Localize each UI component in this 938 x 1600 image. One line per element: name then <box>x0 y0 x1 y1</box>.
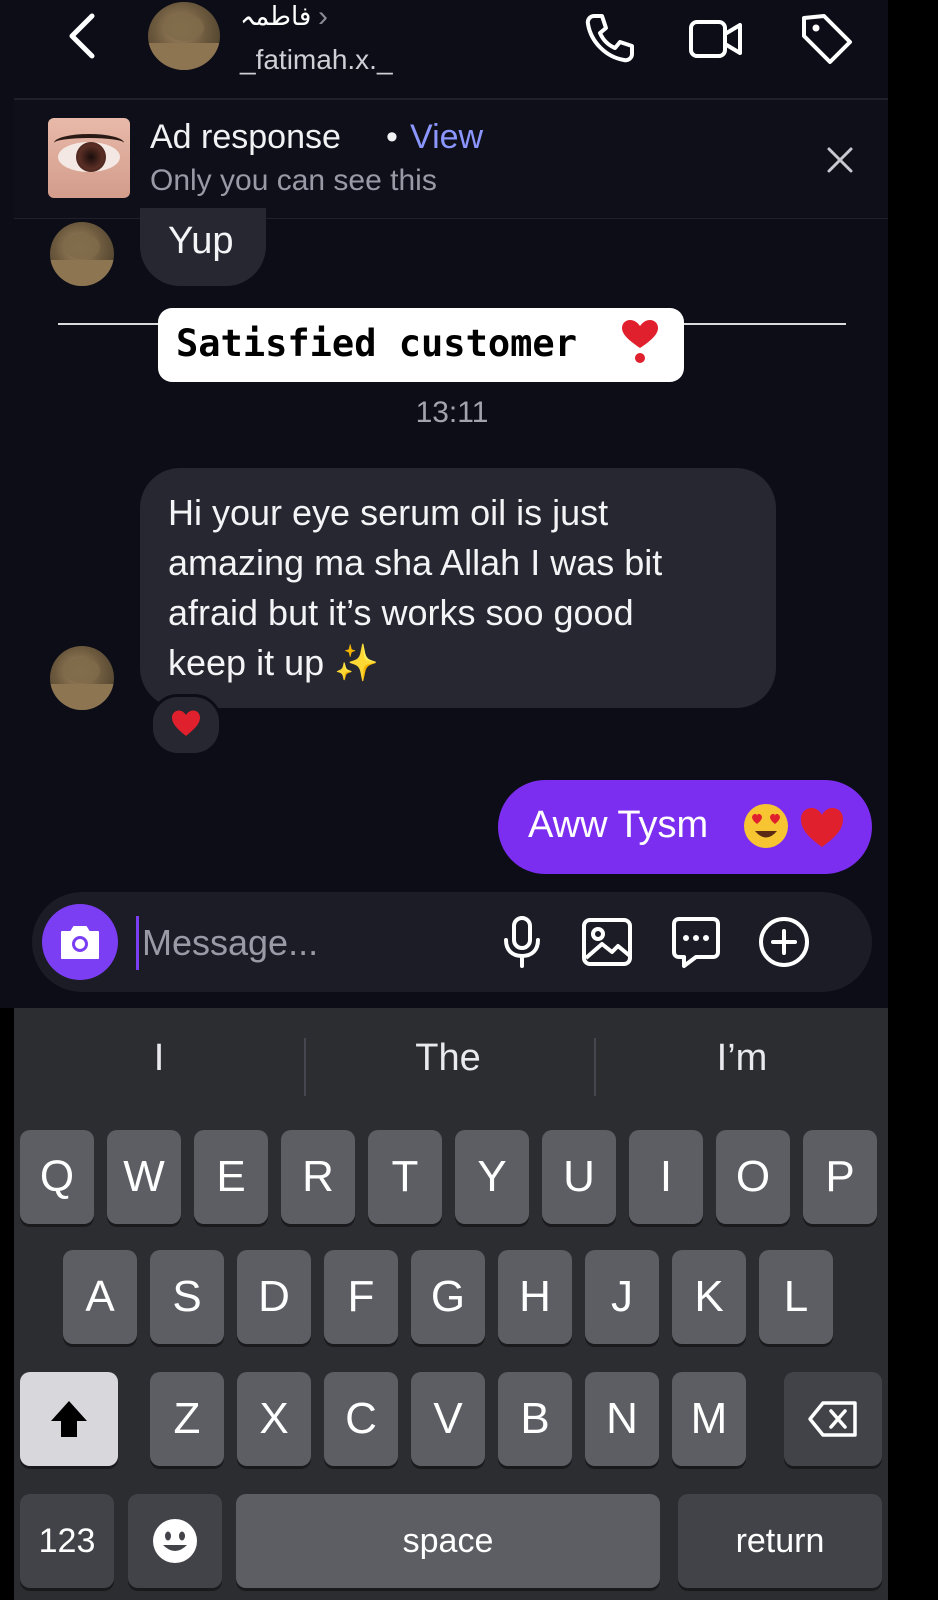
sender-avatar[interactable] <box>50 222 114 286</box>
microphone-icon[interactable] <box>492 912 552 972</box>
key-p[interactable]: P <box>803 1130 877 1224</box>
key-o[interactable]: O <box>716 1130 790 1224</box>
key-f[interactable]: F <box>324 1250 398 1344</box>
screen: فاطمہ › _fatimah.x._ Ad response • View … <box>0 0 938 1600</box>
key-e[interactable]: E <box>194 1130 268 1224</box>
keyboard: I The I’m Q W E R T Y U I O P A S D F G … <box>14 1008 888 1600</box>
phone-icon[interactable] <box>580 8 640 68</box>
key-c[interactable]: C <box>324 1372 398 1466</box>
emoji-icon <box>153 1519 197 1563</box>
key-b[interactable]: B <box>498 1372 572 1466</box>
close-icon[interactable] <box>820 140 860 180</box>
gallery-icon[interactable] <box>578 912 638 972</box>
key-z[interactable]: Z <box>150 1372 224 1466</box>
reaction-badge[interactable] <box>150 694 222 756</box>
chat-panel: فاطمہ › _fatimah.x._ Ad response • View … <box>0 0 888 1008</box>
video-camera-icon[interactable] <box>686 8 746 68</box>
suggestion-2[interactable]: The <box>306 1018 590 1098</box>
chevron-right-icon[interactable]: › <box>318 0 328 34</box>
plus-icon[interactable] <box>754 912 814 972</box>
key-r[interactable]: R <box>281 1130 355 1224</box>
sticker-icon[interactable] <box>666 912 726 972</box>
key-k[interactable]: K <box>672 1250 746 1344</box>
key-n[interactable]: N <box>585 1372 659 1466</box>
message-text: Aww Tysm <box>528 804 709 846</box>
key-a[interactable]: A <box>63 1250 137 1344</box>
message-bubble-outgoing[interactable]: Aww Tysm <box>498 780 872 874</box>
key-l[interactable]: L <box>759 1250 833 1344</box>
key-h[interactable]: H <box>498 1250 572 1344</box>
emoji-key[interactable] <box>128 1494 222 1588</box>
camera-icon <box>61 926 99 959</box>
space-key[interactable]: space <box>236 1494 660 1588</box>
key-j[interactable]: J <box>585 1250 659 1344</box>
contact-username[interactable]: _fatimah.x._ <box>240 44 393 76</box>
heart-eyes-emoji-icon <box>744 804 788 848</box>
shift-key[interactable] <box>20 1372 118 1466</box>
key-g[interactable]: G <box>411 1250 485 1344</box>
text-cursor <box>136 916 139 970</box>
timestamp: 13:11 <box>415 396 489 429</box>
message-line: Hi your eye serum oil is just <box>168 492 609 533</box>
message-line: keep it up ✨ <box>168 642 379 683</box>
heart-exclamation-icon <box>622 320 658 363</box>
key-q[interactable]: Q <box>20 1130 94 1224</box>
ad-view-link[interactable]: View <box>410 118 483 157</box>
message-line: amazing ma sha Allah I was bit <box>168 542 663 583</box>
ad-response-title: Ad response <box>150 118 341 156</box>
sticker-text: Satisfied customer <box>176 322 577 365</box>
key-u[interactable]: U <box>542 1130 616 1224</box>
heart-emoji-icon <box>801 808 843 847</box>
key-y[interactable]: Y <box>455 1130 529 1224</box>
message-bubble-incoming[interactable]: Yup <box>140 208 266 286</box>
backspace-icon <box>808 1401 857 1437</box>
ad-separator: • <box>386 118 398 156</box>
ad-response-banner: Ad response • View Only you can see this <box>14 100 888 219</box>
heart-icon <box>172 710 200 736</box>
numbers-key[interactable]: 123 <box>20 1494 114 1588</box>
caption-sticker: Satisfied customer <box>158 308 684 382</box>
backspace-key[interactable] <box>784 1372 882 1466</box>
tag-icon[interactable] <box>796 8 856 68</box>
shift-arrow-icon <box>51 1401 87 1437</box>
message-text: Yup <box>168 220 234 262</box>
ad-visibility-note: Only you can see this <box>150 164 437 197</box>
back-icon[interactable] <box>62 8 102 64</box>
sender-avatar[interactable] <box>50 646 114 710</box>
message-line: afraid but it’s works soo good <box>168 592 634 633</box>
ad-thumbnail[interactable] <box>48 118 130 198</box>
suggestion-3[interactable]: I’m <box>596 1018 888 1098</box>
key-s[interactable]: S <box>150 1250 224 1344</box>
key-i[interactable]: I <box>629 1130 703 1224</box>
key-w[interactable]: W <box>107 1130 181 1224</box>
suggestion-1[interactable]: I <box>14 1018 304 1098</box>
camera-button[interactable] <box>42 904 118 980</box>
message-bubble-incoming[interactable]: Hi your eye serum oil is just amazing ma… <box>140 468 776 708</box>
key-x[interactable]: X <box>237 1372 311 1466</box>
return-key[interactable]: return <box>678 1494 882 1588</box>
key-m[interactable]: M <box>672 1372 746 1466</box>
contact-name[interactable]: فاطمہ <box>240 2 311 32</box>
key-d[interactable]: D <box>237 1250 311 1344</box>
avatar[interactable] <box>148 2 220 70</box>
key-v[interactable]: V <box>411 1372 485 1466</box>
message-composer <box>32 892 872 992</box>
message-input[interactable] <box>140 912 484 974</box>
key-t[interactable]: T <box>368 1130 442 1224</box>
